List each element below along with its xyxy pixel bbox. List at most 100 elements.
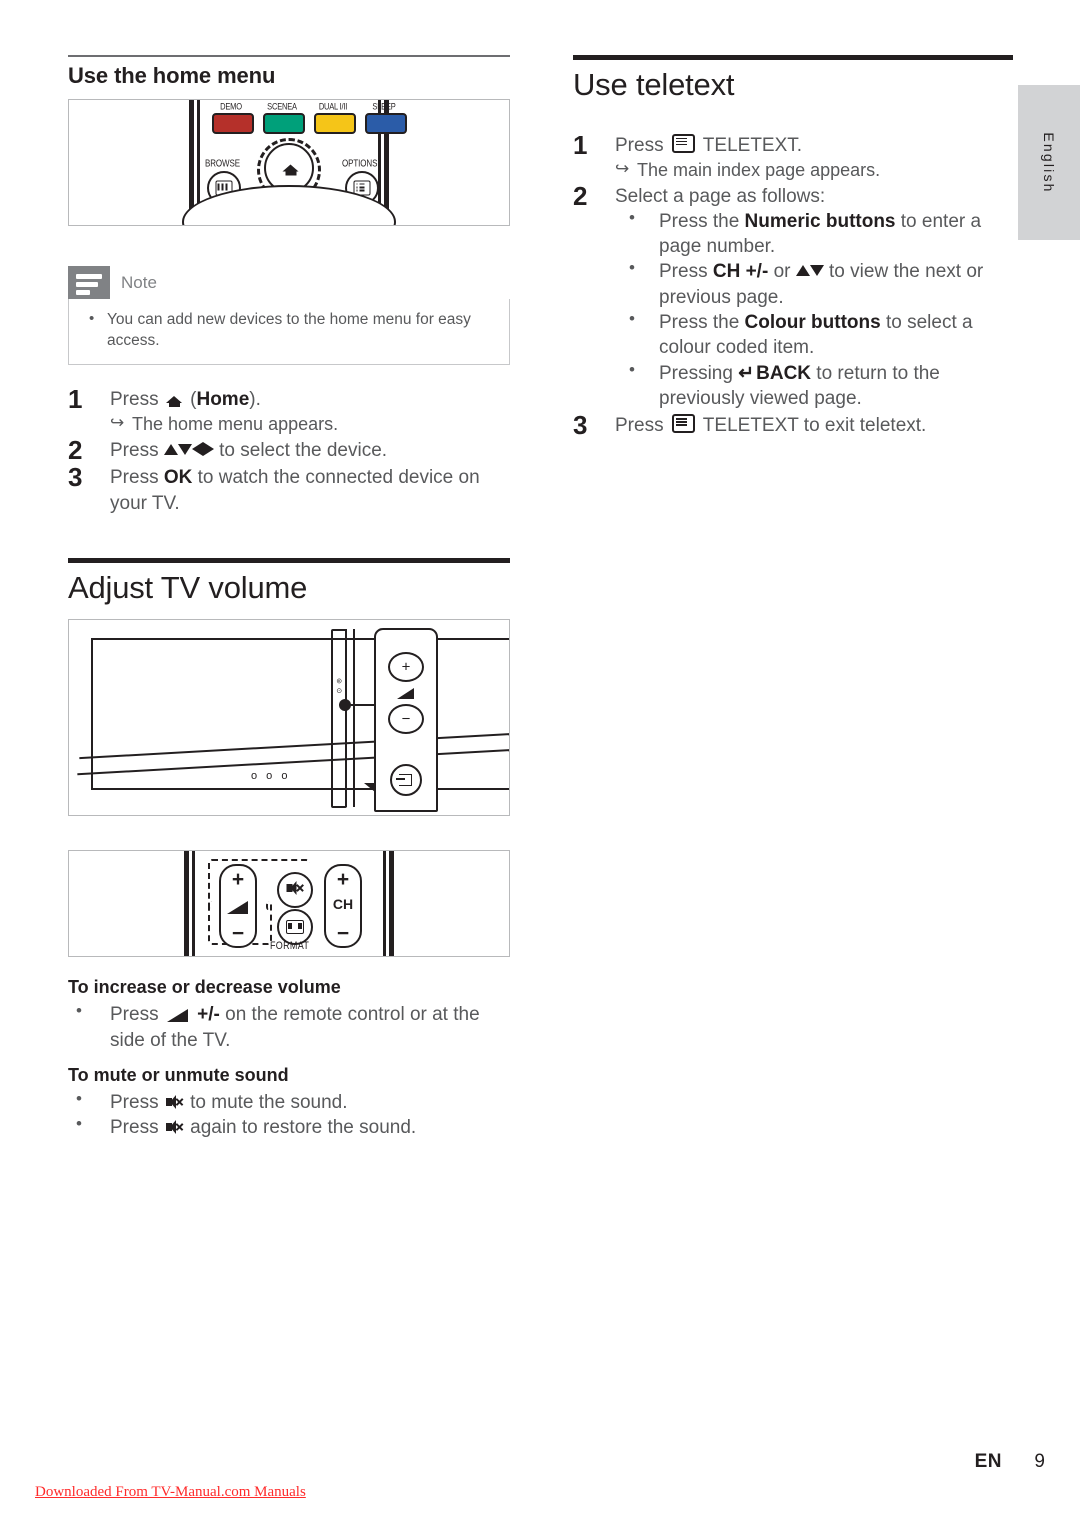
- result-arrow-icon: ↪: [110, 413, 125, 433]
- result-arrow-icon: ↪: [615, 158, 630, 178]
- step-text-bold: OK: [163, 467, 193, 489]
- minus-icon: −: [401, 710, 411, 728]
- bullet-item: Press the Numeric buttons to enter a pag…: [615, 207, 1013, 260]
- footer-language-code: EN: [974, 1451, 1002, 1472]
- step-item: 3 Press OK to watch the connected device…: [68, 462, 510, 515]
- step-number: 2: [573, 180, 588, 211]
- download-watermark[interactable]: Downloaded From TV-Manual.com Manuals: [35, 1484, 306, 1501]
- channel-label: CH: [332, 896, 354, 913]
- key-label-sleep: SLEEP: [372, 100, 396, 113]
- colour-key-red: [212, 113, 254, 134]
- volume-icon: [166, 1008, 189, 1023]
- mute-icon: [286, 881, 304, 896]
- step-result: ↪ The home menu appears.: [110, 412, 510, 436]
- colour-key-green: [263, 113, 305, 134]
- tv-screen-outline: [91, 638, 509, 791]
- left-column: Use the home menu DEMO SCENEA DUAL I/II …: [68, 55, 510, 1140]
- step-result: ↪ The main index page appears.: [615, 158, 1013, 182]
- tv-control-panel: + −: [374, 628, 438, 813]
- section-rule: [68, 55, 510, 57]
- teletext-steps: 1 Press TELETEXT. ↪ The main index page a…: [573, 130, 1013, 440]
- bullet-item: Press to mute the sound.: [68, 1088, 510, 1115]
- step-item: 2 Press to select the device.: [68, 435, 510, 465]
- step-text: Press OK to watch the connected device o…: [110, 465, 510, 515]
- note-icon: [68, 266, 110, 299]
- home-icon: [282, 161, 300, 176]
- section-heading-tv-volume: Adjust TV volume: [68, 569, 308, 605]
- bullet-text-bold: CH +/-: [712, 261, 769, 283]
- home-menu-steps: 1 Press (Home). ↪ The home menu appears. …: [68, 384, 510, 515]
- increase-volume-bullets: Press +/- on the remote control or at th…: [68, 1000, 510, 1053]
- language-side-tab-label: English: [1041, 131, 1057, 194]
- bullet-item: Pressing ↵BACK to return to the previous…: [615, 359, 1013, 412]
- remote-channel-rocker[interactable]: + CH −: [324, 864, 362, 949]
- step-number: 3: [573, 410, 588, 441]
- step-text-before: Press: [110, 440, 164, 462]
- remote-edge-left: [184, 851, 189, 957]
- key-label-scenea: SCENEA: [267, 100, 297, 113]
- manual-page: English Use the home menu DEMO SCENEA DU…: [0, 0, 1080, 1527]
- figure-remote-volume-keys: + − FORMAT + CH −: [68, 850, 510, 958]
- step-text-after: TELETEXT to exit teletext.: [697, 415, 927, 437]
- step-number: 1: [573, 129, 588, 160]
- bullet-text-before: Press: [110, 1091, 164, 1113]
- step-text: Press (Home).: [110, 387, 510, 412]
- teletext-icon: [671, 133, 695, 153]
- section-tv-volume: Adjust TV volume o o o ⊜ ⊙ + − + − FORMA…: [68, 557, 510, 1141]
- step-text: Select a page as follows:: [615, 185, 826, 207]
- note-header: Note: [68, 266, 510, 299]
- bullet-text-before: Press: [110, 1117, 164, 1139]
- footer-page-number: 9: [1034, 1451, 1045, 1472]
- section-heading-home-menu: Use the home menu: [68, 63, 276, 88]
- section-rule: [68, 557, 510, 563]
- step-text-before: Press: [615, 415, 669, 437]
- remote-edge-left-inner: [192, 851, 195, 957]
- step-number: 3: [68, 462, 83, 493]
- bullet-text-before: Pressing: [659, 362, 739, 384]
- step-result-text: The main index page appears.: [637, 159, 881, 180]
- step-item: 2 Select a page as follows: Press the Nu…: [573, 181, 1013, 412]
- arrow-left-icon: [191, 442, 203, 457]
- minus-icon: −: [336, 922, 350, 946]
- arrow-down-icon: [177, 444, 192, 456]
- step-item: 3 Press TELETEXT to exit teletext.: [573, 410, 1013, 440]
- subheading-mute-sound: To mute or unmute sound: [68, 1064, 289, 1085]
- key-label-dual: DUAL I/II: [318, 100, 348, 113]
- key-label-browse: BROWSE: [205, 157, 240, 170]
- bullet-text-bold: +/-: [191, 1004, 220, 1026]
- tv-volume-up-button[interactable]: +: [388, 652, 424, 683]
- bullet-text-mid: or: [768, 261, 796, 283]
- step-text: Press TELETEXT.: [615, 133, 1013, 158]
- tv-side-edge-inner: [345, 629, 355, 808]
- right-column: Use teletext 1 Press TELETEXT. ↪ The main…: [573, 55, 1013, 440]
- bullet-text-bold: BACK: [756, 362, 812, 384]
- arrow-up-icon: [163, 444, 178, 456]
- bullet-text-after: again to restore the sound.: [184, 1117, 417, 1139]
- arrow-right-icon: [202, 442, 214, 457]
- section-rule: [573, 55, 1013, 60]
- figure-tv-side-panel: o o o ⊜ ⊙ + −: [68, 619, 510, 817]
- section-teletext: Use teletext 1 Press TELETEXT. ↪ The main…: [573, 55, 1013, 440]
- remote-volume-rocker[interactable]: + −: [219, 864, 257, 949]
- bullet-text-bold: Colour buttons: [744, 311, 881, 333]
- step-text-before: Press: [110, 389, 164, 411]
- step-text-paren-open: (: [184, 389, 197, 411]
- volume-wedge-icon: [227, 899, 249, 917]
- language-side-tab: English: [1018, 85, 1080, 240]
- bullet-item: Press CH +/- or to view the next or prev…: [615, 257, 1013, 310]
- tv-source-button[interactable]: [390, 764, 422, 797]
- volume-wedge-icon: [397, 687, 415, 700]
- step-number: 1: [68, 384, 83, 415]
- step-result-text: The home menu appears.: [132, 414, 339, 435]
- back-icon: ↵: [738, 362, 755, 384]
- step-text: Press to select the device.: [110, 438, 510, 463]
- note-title: Note: [121, 272, 157, 292]
- key-label-options: OPTIONS: [342, 157, 378, 170]
- step-text-after: to select the device.: [213, 440, 388, 462]
- home-icon: [165, 392, 183, 408]
- bullet-text-before: Press: [110, 1004, 164, 1026]
- step-item: 1 Press (Home). ↪ The home menu appears.: [68, 384, 510, 436]
- step-item: 1 Press TELETEXT. ↪ The main index page a…: [573, 130, 1013, 182]
- note-body: You can add new devices to the home menu…: [68, 299, 510, 366]
- tv-volume-down-button[interactable]: −: [388, 704, 424, 735]
